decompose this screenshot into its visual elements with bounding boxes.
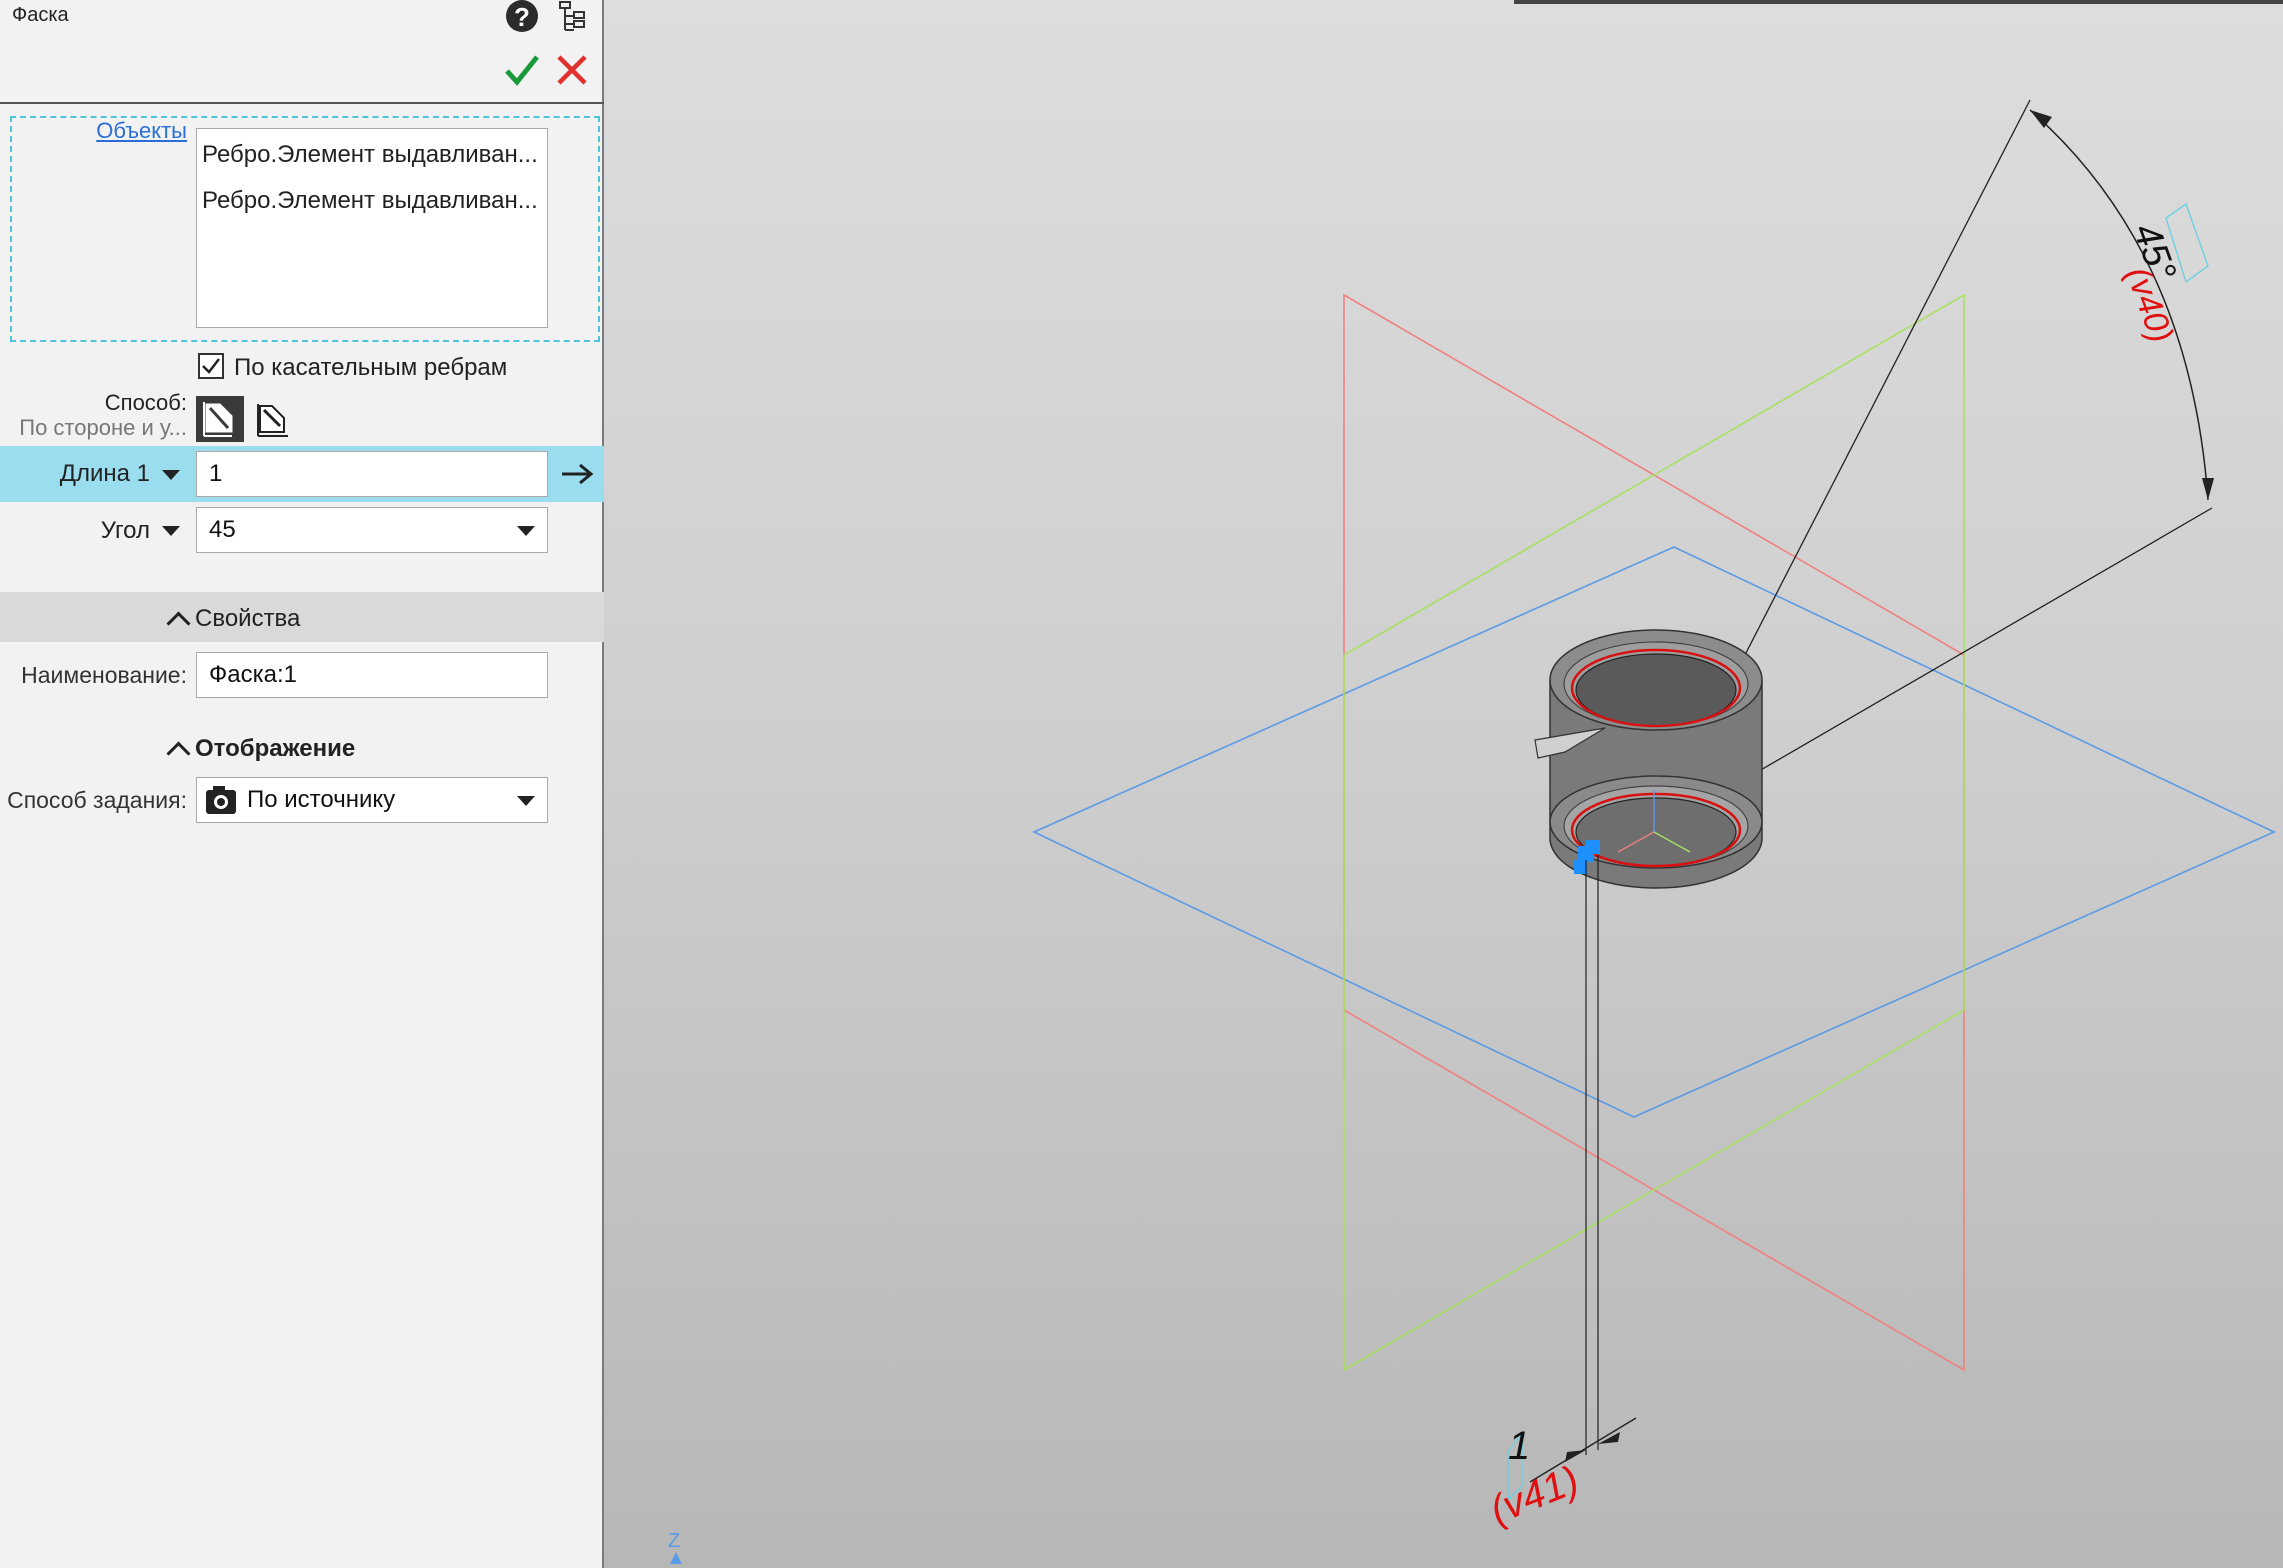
spec-label: Способ задания:: [7, 787, 187, 813]
angle-type-dropdown-icon[interactable]: [162, 526, 180, 536]
length-type-dropdown-icon[interactable]: [162, 470, 180, 480]
help-icon[interactable]: ?: [505, 0, 539, 34]
angle-arrow-top: [2030, 110, 2052, 128]
method-label: Способ:: [104, 390, 187, 415]
name-input[interactable]: Фаска:1: [196, 652, 548, 698]
length-label: Длина 1: [59, 460, 150, 487]
spec-value: По источнику: [247, 786, 396, 813]
direction-arrow-icon[interactable]: [560, 462, 594, 486]
svg-text:?: ?: [514, 2, 530, 32]
tree-view-icon[interactable]: [558, 0, 588, 34]
method-two-sides-button[interactable]: [254, 396, 294, 442]
cancel-button[interactable]: [556, 54, 588, 86]
3d-viewport[interactable]: 45° (v40) 1 (v41) Z: [604, 0, 2283, 1568]
list-item[interactable]: Ребро.Элемент выдавливан...: [202, 187, 538, 215]
display-header-label: Отображение: [195, 735, 356, 762]
angle-dimension-arc: [2029, 109, 2209, 501]
chevron-down-icon: [517, 526, 535, 536]
axis-arrow-icon: [670, 1552, 682, 1564]
objects-link[interactable]: Объекты: [96, 118, 187, 144]
chevron-down-icon: [517, 796, 535, 806]
display-header[interactable]: Отображение: [166, 735, 356, 766]
method-side-angle-button[interactable]: [196, 396, 244, 442]
chevron-up-icon: [166, 610, 191, 636]
property-panel: Фаска ? Объекты Ребро.Элемент выдавливан…: [0, 0, 604, 1568]
panel-title: Фаска: [12, 4, 69, 26]
list-item[interactable]: Ребро.Элемент выдавливан...: [202, 141, 538, 169]
length-dimension-value[interactable]: 1: [1508, 1424, 1530, 1469]
camera-icon: [205, 785, 237, 815]
angle-arrow-bottom: [2202, 478, 2214, 500]
properties-section-header[interactable]: [0, 592, 604, 642]
objects-list[interactable]: Ребро.Элемент выдавливан... Ребро.Элемен…: [196, 128, 548, 328]
name-label: Наименование:: [21, 662, 187, 688]
method-value: По стороне и у...: [19, 415, 187, 440]
tangent-edges-checkbox[interactable]: [198, 353, 224, 379]
angle-label: Угол: [100, 517, 150, 544]
header-divider: [0, 102, 604, 104]
length-input[interactable]: 1: [196, 451, 548, 497]
chevron-up-icon: [166, 740, 191, 766]
angle-value: 45: [209, 516, 236, 543]
selection-marker-2: [1586, 840, 1600, 854]
axis-z-label: Z: [668, 1530, 681, 1552]
spec-select[interactable]: По источнику: [196, 777, 548, 823]
properties-header-label: Свойства: [195, 605, 301, 632]
angle-select[interactable]: 45: [196, 507, 548, 553]
ok-button[interactable]: [504, 52, 540, 88]
properties-header[interactable]: Свойства: [166, 605, 301, 636]
tangent-edges-label: По касательным ребрам: [234, 354, 508, 381]
scene-graphics: [1032, 99, 2276, 1502]
